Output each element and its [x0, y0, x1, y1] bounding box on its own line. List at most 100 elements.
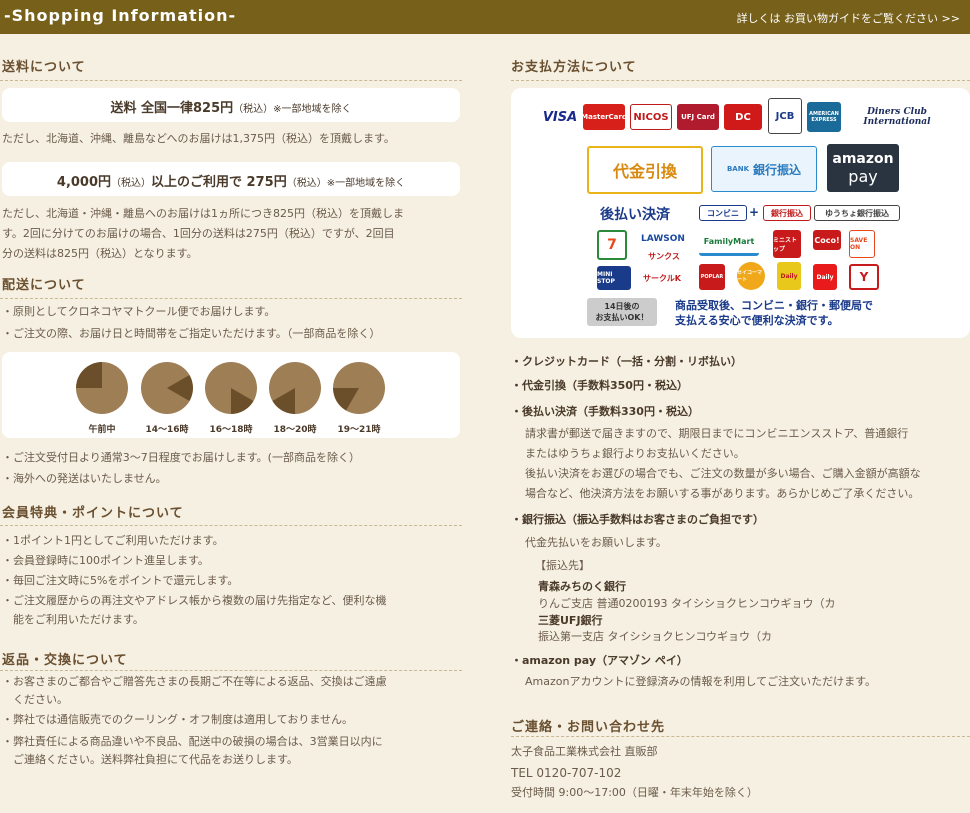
list-item: ・海外への発送はいたしません。 — [2, 472, 167, 485]
diners-logo: Diners Club International — [863, 107, 931, 127]
payment-cod: ・代金引換（手数料350円・税込） — [511, 379, 688, 392]
list-item: ・会員登録時に100ポイント進呈します。 — [2, 554, 209, 567]
bank-transfer-label: 銀行振込 — [753, 162, 802, 177]
shipping-note-1: ただし、北海道、沖縄、離島などへのお届けは1,375円（税込）を頂戴します。 — [2, 132, 395, 145]
circle-k-logo: サークルK — [643, 273, 681, 283]
contact-tel[interactable]: TEL 0120-707-102 — [511, 763, 621, 783]
time-slot-label: 18〜20時 — [273, 425, 317, 435]
mastercard-logo: MasterCard — [581, 104, 627, 130]
threshold: 4,000円 — [56, 175, 112, 190]
list-item: ・ご注文受付日より通常3〜7日程度でお届けします。(一部商品を除く） — [2, 451, 360, 464]
later-payment-title: 後払い決済 — [600, 207, 670, 223]
later-payment-desc: 商品受取後、コンビニ・銀行・郵便局で 支払える安心で便利な決済です。 — [675, 298, 873, 328]
time-slot-label: 16〜18時 — [209, 425, 253, 435]
list-item: ください。 — [2, 693, 68, 706]
bank-dest-label: 【振込先】 — [535, 559, 590, 572]
nicos-logo: NICOS — [630, 104, 672, 130]
bank-transfer-logo: BANK 銀行振込 — [711, 146, 817, 192]
payment-later: ・後払い決済（手数料330円・税込） — [511, 405, 699, 418]
payment-bank: ・銀行振込（振込手数料はお客さまのご負担です） — [511, 513, 764, 526]
ok-badge-line: お支払いOK！ — [595, 313, 649, 322]
returns-title: 返品・交換について — [2, 653, 128, 668]
header-bar: -Shopping Information- 詳しくは お買い物ガイドをご覧くだ… — [0, 0, 970, 34]
list-item: ・お客さまのご都合やご贈答先さまの長期ご不在等による返品、交換はご遠慮 — [2, 675, 387, 688]
tax-label: （税込） — [286, 178, 327, 189]
time-slot-14-16: 14〜16時 — [141, 362, 193, 435]
later-detail: 場合など、他決済方法をお願いする事があります。あらかじめご了承ください。 — [525, 487, 920, 500]
shipping-fee-main: 送料 全国一律825円 — [110, 101, 234, 116]
list-item: ・1ポイント1円としてご利用いただけます。 — [2, 534, 224, 547]
mini-stop-logo: MINI STOP — [597, 266, 631, 290]
discount-fee: 以上のご利用で 275円 — [151, 175, 287, 190]
ufj-card-logo: UFJ Card — [677, 104, 719, 130]
yucho-tag: ゆうちょ銀行振込 — [814, 205, 900, 221]
later-detail: またはゆうちょ銀行よりお支払いください。 — [525, 447, 745, 460]
cod-logo: 代金引換 — [587, 146, 703, 194]
visa-logo: VISA — [542, 109, 578, 125]
delivery-time-box: 午前中 14〜16時 16〜18時 18〜20時 19〜21時 — [2, 352, 460, 438]
amazon-pay-logo: amazon pay — [827, 144, 899, 192]
poplar-logo: POPLAR — [699, 264, 725, 290]
tax-label: （税込） — [233, 104, 274, 115]
clock-icon — [141, 362, 193, 414]
clock-icon — [205, 362, 257, 414]
time-slot-19-21: 19〜21時 — [333, 362, 385, 435]
bank-account: 振込第一支店 タイシショクヒンコウギョウ（カ — [538, 630, 773, 643]
sunkus-logo: サンクス — [648, 251, 680, 261]
daily-logo: Daily — [777, 262, 801, 290]
bank-tag: 銀行振込 — [763, 205, 811, 221]
seven-eleven-logo: 7 — [597, 230, 627, 260]
lawson-logo: LAWSON — [641, 234, 685, 244]
clock-icon — [76, 362, 128, 414]
shipping-fee-box: 送料 全国一律825円（税込）※一部地域を除く — [2, 88, 460, 122]
convenience-tag: コンビニ — [699, 205, 747, 221]
divider — [0, 298, 462, 299]
list-item: ・ご注文の際、お届け日と時間帯をご指定いただけます。（一部商品を除く） — [2, 327, 381, 340]
payment-logos-box: VISA MasterCard NICOS UFJ Card DC JCB AM… — [511, 88, 970, 338]
payment-title: お支払方法について — [511, 60, 637, 75]
divider — [0, 670, 462, 671]
coco-logo: Coco! — [813, 230, 841, 250]
region-note: ※一部地域を除く — [273, 104, 352, 115]
clock-icon — [269, 362, 321, 414]
bank-detail: 代金先払いをお願いします。 — [525, 536, 667, 549]
ok-badge-line: 14日後の — [604, 302, 640, 311]
yamazaki-logo: Y — [849, 264, 879, 290]
dc-logo: DC — [724, 104, 762, 130]
amazon-pay-label: pay — [848, 166, 878, 186]
later-desc-line: 支払える安心で便利な決済です。 — [675, 314, 839, 327]
payment-amazon: ・amazon pay（アマゾン ペイ） — [511, 654, 688, 667]
time-slot-label: 19〜21時 — [337, 425, 381, 435]
contact-company: 太子食品工業株式会社 直販部 — [511, 745, 658, 758]
time-slot-label: 14〜16時 — [145, 425, 189, 435]
amazon-detail: Amazonアカウントに登録済みの情報を利用してご注文いただけます。 — [525, 675, 877, 688]
bank-icon: BANK — [726, 165, 750, 173]
shopping-guide-link[interactable]: 詳しくは お買い物ガイドをご覧ください >> — [737, 10, 960, 26]
list-item: ・毎回ご注文時に5%をポイントで還元します。 — [2, 574, 239, 587]
payment-credit: ・クレジットカード（一括・分割・リボ払い） — [511, 355, 742, 368]
time-slot-18-20: 18〜20時 — [269, 362, 321, 435]
daily-yamazaki-logo: Daily — [813, 264, 837, 290]
amazon-label: amazon — [832, 150, 894, 167]
later-detail: 請求書が郵送で届きますので、期限日までにコンビニエンスストア、普通銀行 — [525, 427, 909, 440]
page-title: -Shopping Information- — [4, 6, 237, 25]
list-item: ご連絡ください。送料弊社負担にて代品をお送りします。 — [2, 753, 298, 766]
delivery-title: 配送について — [2, 278, 86, 293]
tax-label: （税込） — [111, 178, 152, 189]
time-slot-morning: 午前中 — [76, 362, 128, 435]
ok-badge: 14日後の お支払いOK！ — [587, 298, 657, 326]
clock-icon — [333, 362, 385, 414]
shipping-note-2: ただし、北海道・沖縄・離島へのお届けは1ヵ所につき825円（税込）を頂戴しま — [2, 207, 404, 220]
member-title: 会員特典・ポイントについて — [2, 506, 184, 521]
divider — [511, 80, 970, 81]
contact-title: ご連絡・お問い合わせ先 — [511, 720, 666, 735]
list-item: 能をご利用いただけます。 — [2, 613, 144, 626]
list-item: ・ご注文履歴からの再注文やアドレス帳から複数の届け先指定など、便利な機 — [2, 594, 387, 607]
discount-fee-box: 4,000円（税込）以上のご利用で 275円（税込）※一部地域を除く — [2, 162, 460, 196]
divider — [0, 525, 462, 526]
saveon-logo: SAVE ON — [849, 230, 875, 258]
shipping-title: 送料について — [2, 60, 86, 75]
later-detail: 後払い決済をお選びの場合でも、ご注文の数量が多い場合、ご購入金額が高額な — [525, 467, 921, 480]
divider — [511, 736, 970, 737]
divider — [0, 80, 462, 81]
